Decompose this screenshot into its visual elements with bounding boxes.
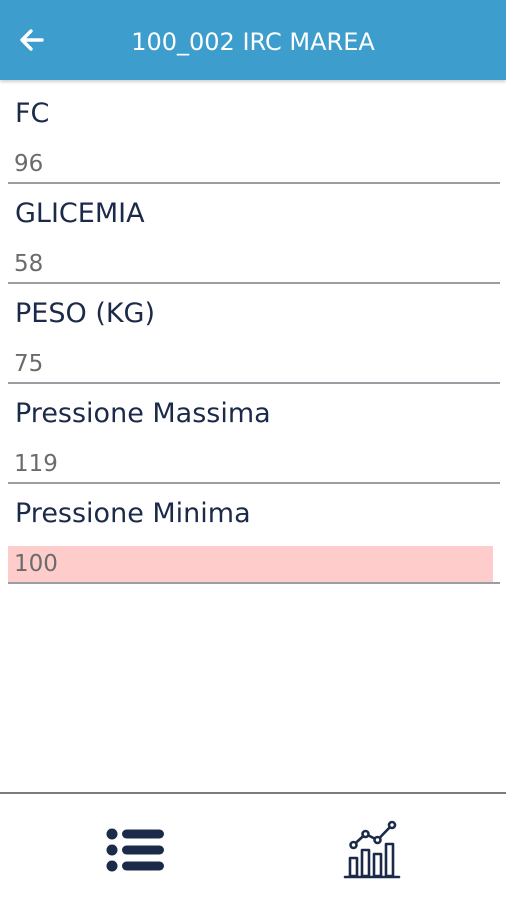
measurement-label: PESO (KG) [15, 298, 156, 329]
measurement-value: 75 [14, 351, 44, 377]
arrow-left-icon [20, 29, 44, 51]
list-icon [106, 828, 164, 872]
measurement-value: 119 [14, 451, 58, 477]
measurement-item-pressione-minima[interactable]: Pressione Minima 100 [8, 484, 500, 584]
measurement-value-alert: 100 [8, 546, 493, 582]
measurement-list: FC 96 GLICEMIA 58 PESO (KG) 75 Pressione… [8, 84, 500, 584]
measurement-label: FC [15, 98, 50, 129]
back-button[interactable] [10, 18, 54, 62]
measurement-item-peso[interactable]: PESO (KG) 75 [8, 284, 500, 384]
bottom-navigation [0, 792, 506, 902]
app-header: 100_002 IRC MAREA [0, 0, 506, 80]
measurement-item-fc[interactable]: FC 96 [8, 84, 500, 184]
measurement-value: 96 [14, 151, 44, 177]
measurement-item-glicemia[interactable]: GLICEMIA 58 [8, 184, 500, 284]
tab-chart[interactable] [332, 812, 412, 888]
chart-icon [343, 820, 401, 879]
measurement-label: GLICEMIA [15, 198, 145, 229]
tab-list[interactable] [96, 812, 176, 888]
measurement-label: Pressione Minima [15, 498, 251, 529]
measurement-label: Pressione Massima [15, 398, 271, 429]
measurement-value: 58 [14, 251, 44, 277]
page-title: 100_002 IRC MAREA [131, 28, 375, 56]
measurement-item-pressione-massima[interactable]: Pressione Massima 119 [8, 384, 500, 484]
